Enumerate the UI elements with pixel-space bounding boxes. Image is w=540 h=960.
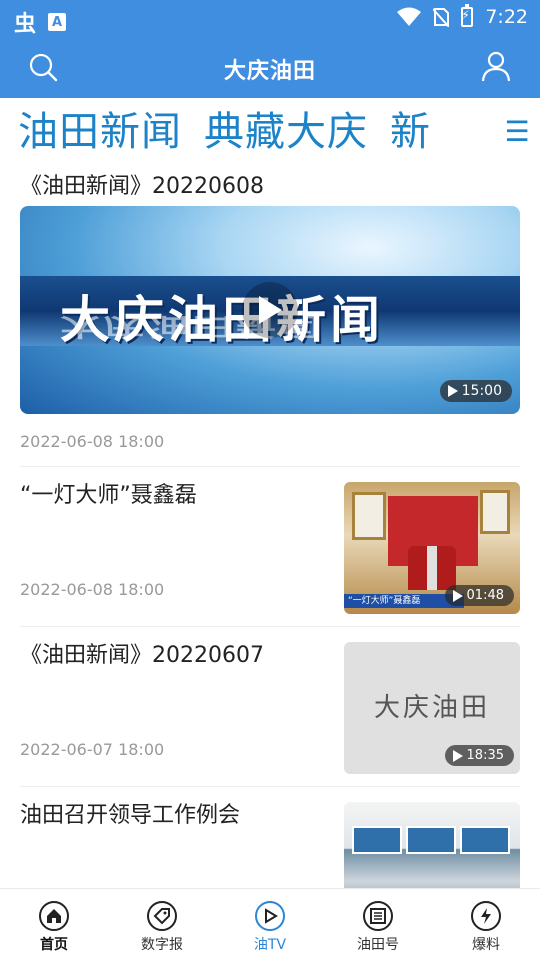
page-title: 大庆油田 [223, 59, 316, 84]
user-profile-button[interactable] [480, 50, 512, 82]
meeting-screen [406, 826, 456, 854]
no-sim-icon [433, 8, 450, 27]
nav-label: 数字报 [141, 937, 183, 953]
list-item[interactable]: 《油田新闻》20220607 2022-06-07 18:00 大庆油田 18:… [0, 628, 540, 778]
framed-certificate [352, 492, 386, 540]
bolt-icon [471, 901, 501, 931]
nav-digital-paper[interactable]: 数字报 [108, 889, 216, 960]
featured-video[interactable]: 大庆油田新闻 大庆油田新闻 15:00 [20, 206, 520, 414]
tab-new[interactable]: 新 [390, 106, 431, 158]
featured-title[interactable]: 《油田新闻》20220608 [20, 168, 264, 200]
app-notification-icon: 虫 [14, 12, 37, 37]
menu-icon: ☰ [504, 114, 530, 148]
video-duration: 01:48 [444, 585, 514, 606]
video-duration: 18:35 [444, 745, 514, 766]
play-button[interactable] [242, 282, 298, 338]
meeting-screen [460, 826, 510, 854]
battery-icon [461, 4, 474, 27]
list-item[interactable]: “一灯大师”聂鑫磊 2022-06-08 18:00 “一灯大师”聂鑫磊 01:… [0, 468, 540, 618]
play-icon [259, 296, 282, 324]
people [408, 546, 456, 590]
nav-home[interactable]: 首页 [0, 889, 108, 960]
status-bar: 虫 A 7:22 [0, 0, 540, 37]
nav-label: 油田号 [357, 937, 399, 953]
list-item-date: 2022-06-07 18:00 [20, 740, 165, 759]
thumbnail-text: 大庆油田 [373, 692, 490, 723]
video-duration: 15:00 [439, 380, 512, 402]
play-icon [255, 901, 285, 931]
newspaper-icon [363, 901, 393, 931]
nav-label: 油TV [253, 937, 287, 953]
featured-date: 2022-06-08 18:00 [20, 432, 165, 451]
list-item-date: 2022-06-08 18:00 [20, 580, 165, 599]
list-item-title: “一灯大师”聂鑫磊 [20, 483, 197, 508]
divider [20, 626, 520, 627]
category-bar: 油田新闻 典藏大庆 新 ☰ [0, 100, 540, 162]
nav-label: 首页 [40, 937, 68, 953]
divider [20, 786, 520, 787]
divider [20, 466, 520, 467]
tab-oilfield-news[interactable]: 油田新闻 [18, 106, 182, 158]
category-menu-button[interactable]: ☰ [494, 100, 540, 162]
nav-oil-tv[interactable]: 油TV [216, 889, 324, 960]
nav-oilfield-account[interactable]: 油田号 [324, 889, 432, 960]
a-notification-icon: A [48, 13, 67, 31]
play-small-icon [452, 589, 463, 602]
list-item-title: 《油田新闻》20220607 [20, 643, 264, 668]
duration-text: 15:00 [461, 383, 502, 399]
nav-label: 爆料 [472, 937, 500, 953]
duration-text: 18:35 [466, 748, 504, 763]
tab-classic-daqing[interactable]: 典藏大庆 [204, 106, 368, 158]
user-icon [481, 51, 511, 82]
clock: 7:22 [485, 6, 528, 28]
play-small-icon [452, 749, 463, 762]
bottom-nav: 首页 数字报 油TV 油田号 爆料 [0, 888, 540, 960]
framed-certificate [480, 490, 510, 534]
list-item-thumbnail: 大庆油田 18:35 [344, 642, 520, 774]
home-icon [39, 901, 69, 931]
play-small-icon [447, 385, 458, 397]
nav-tip-off[interactable]: 爆料 [432, 889, 540, 960]
tag-icon [147, 901, 177, 931]
wifi-icon [397, 7, 422, 26]
list-item-title: 油田召开领导工作例会 [20, 803, 241, 828]
list-item-thumbnail: “一灯大师”聂鑫磊 01:48 [344, 482, 520, 614]
app-header: 大庆油田 [0, 36, 540, 98]
meeting-screen [352, 826, 402, 854]
duration-text: 01:48 [466, 588, 504, 603]
